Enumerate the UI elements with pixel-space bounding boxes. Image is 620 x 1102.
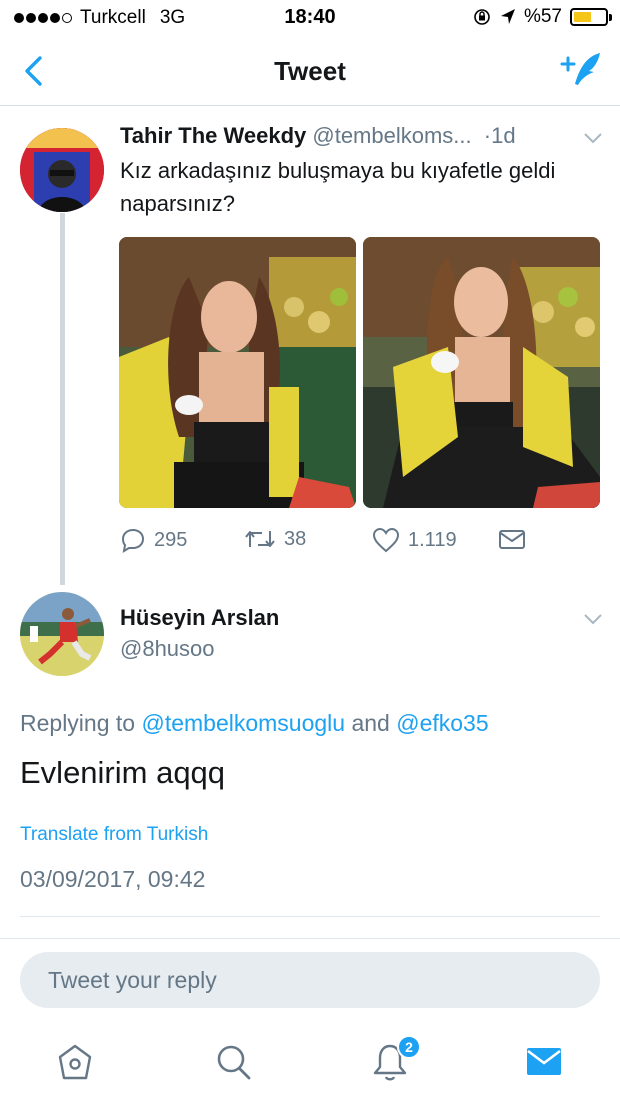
- chevron-down-icon[interactable]: [583, 131, 603, 145]
- tweet-photo-2[interactable]: [363, 237, 600, 508]
- divider: [20, 916, 600, 917]
- retweet-count: 38: [284, 527, 307, 550]
- orientation-lock-icon: [474, 9, 490, 25]
- translate-link[interactable]: Translate from Turkish: [20, 824, 208, 846]
- tweet-photo-1[interactable]: [119, 237, 356, 508]
- page-title: Tweet: [274, 56, 346, 86]
- battery-percent: %57: [523, 6, 562, 27]
- heart-icon: [372, 527, 400, 553]
- reply-timestamp: 03/09/2017, 09:42: [20, 866, 206, 892]
- battery-fill: [574, 12, 592, 22]
- compose-tweet-icon[interactable]: [558, 50, 604, 92]
- replying-conjunction: and: [351, 710, 390, 736]
- like-action[interactable]: 1.119: [372, 527, 457, 553]
- reply-author-avatar[interactable]: [20, 592, 104, 676]
- tweet-age-separator: ·: [483, 123, 492, 148]
- location-icon: [500, 9, 515, 24]
- direct-message-action[interactable]: [498, 527, 526, 551]
- avatar-image: [20, 128, 104, 212]
- reply-input[interactable]: [20, 952, 600, 1008]
- retweet-icon: [245, 531, 275, 547]
- photo-2-image: [363, 237, 600, 508]
- reply-icon: [121, 528, 145, 553]
- tweet-header: Tahir The Weekdy @tembelkoms... ·1d: [120, 123, 516, 149]
- notification-badge: 2: [397, 1035, 421, 1059]
- tweet-author-handle[interactable]: @tembelkoms...: [312, 123, 471, 148]
- chevron-down-icon[interactable]: [583, 612, 603, 626]
- nav-bar: Tweet: [0, 36, 620, 106]
- mention-link[interactable]: @efko35: [396, 710, 488, 736]
- divider: [0, 938, 620, 939]
- like-count: 1.119: [408, 528, 457, 551]
- reply-author-name[interactable]: Hüseyin Arslan: [120, 605, 279, 631]
- replying-to: Replying to @tembelkomsuoglu and @efko35: [20, 710, 489, 737]
- thread-line: [60, 213, 65, 585]
- tweet-age: 1d: [491, 123, 516, 148]
- reply-count: 295: [154, 528, 188, 551]
- mention-link[interactable]: @tembelkomsuoglu: [141, 710, 345, 736]
- avatar-image: [20, 592, 104, 676]
- reply-author-handle[interactable]: @8husoo: [120, 636, 215, 662]
- search-icon[interactable]: [213, 1040, 253, 1084]
- tweet-author-avatar[interactable]: [20, 128, 104, 212]
- tweet-actions: 295 38 1.119: [120, 527, 590, 557]
- tweet-author-name[interactable]: Tahir The Weekdy: [120, 123, 306, 148]
- tweet-text: Kız arkadaşınız buluşmaya bu kıyafetle g…: [120, 158, 556, 216]
- retweet-action[interactable]: 38: [244, 527, 306, 551]
- envelope-icon: [499, 530, 525, 549]
- battery-icon: [570, 8, 612, 26]
- status-bar: Turkcell 3G 18:40 %57: [0, 0, 620, 36]
- messages-icon[interactable]: [525, 1040, 565, 1084]
- replying-prefix: Replying to: [20, 710, 136, 736]
- home-icon[interactable]: [55, 1040, 95, 1084]
- reply-action[interactable]: 295: [120, 527, 187, 553]
- photo-1-image: [119, 237, 356, 508]
- reply-text: Evlenirim aqqq: [20, 755, 226, 790]
